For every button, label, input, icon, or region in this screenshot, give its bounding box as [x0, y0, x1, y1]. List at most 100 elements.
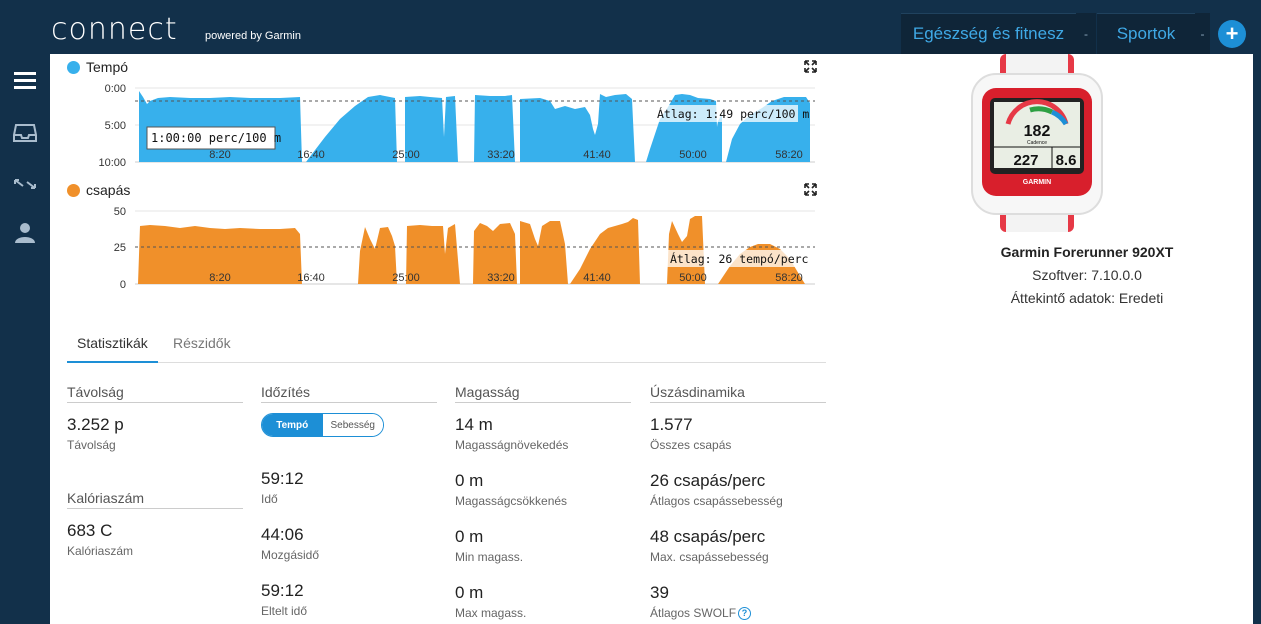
svg-text:8.6: 8.6 [1056, 152, 1077, 169]
svg-text:16:40: 16:40 [297, 149, 325, 161]
svg-text:5:00: 5:00 [105, 120, 126, 132]
stroke-x-tick-4: 41:40 [583, 272, 611, 284]
time-label: Idő [261, 492, 278, 506]
avg-swolf-label: Átlagos SWOLF [650, 606, 737, 620]
stroke-y-tick-1: 25 [114, 242, 126, 254]
stroke-average-label: Átlag: 26 tempó/perc [667, 250, 808, 267]
stroke-x-tick-6: 58:20 [775, 272, 803, 284]
svg-text:16:40: 16:40 [297, 272, 325, 284]
distance-column: Távolság 3.252 p Távolság Kalóriaszám 68… [67, 384, 243, 558]
avg-swolf-row: Átlagos SWOLF? [650, 606, 826, 621]
pace-x-tick-4: 41:40 [583, 149, 611, 161]
pace-y-tick-1: 5:00 [105, 120, 126, 132]
connect-logo[interactable]: connect [51, 12, 178, 47]
stroke-legend[interactable]: csapás [67, 182, 130, 198]
logo-subtitle: powered by Garmin [205, 30, 301, 42]
pace-y-tick-0: 0:00 [105, 83, 126, 95]
elapsed-time-label: Eltelt idő [261, 604, 308, 618]
svg-text:0: 0 [120, 279, 126, 291]
pace-x-tick-6: 58:20 [775, 149, 803, 161]
left-sidebar [0, 54, 50, 624]
svg-text:41:40: 41:40 [583, 149, 611, 161]
swim-dynamics-column: Úszásdinamika 1.577 Összes csapás 26 csa… [650, 384, 826, 621]
svg-text:50:00: 50:00 [679, 149, 707, 161]
svg-text:8:20: 8:20 [209, 149, 230, 161]
svg-text:0:00: 0:00 [105, 83, 126, 95]
device-software: Szoftver: 7.10.0.0 [1032, 267, 1142, 283]
main-content: Tempó 0:00 5:00 10:00 8:20 16:40 25:00 3… [50, 54, 1253, 624]
min-elevation-value: 0 m [455, 527, 484, 546]
svg-text:227: 227 [1013, 152, 1038, 169]
min-elevation-label: Min magass. [455, 550, 524, 564]
distance-label: Távolság [67, 438, 116, 452]
svg-text:10:00: 10:00 [98, 157, 126, 169]
svg-text:Átlag: 26 tempó/perc: Átlag: 26 tempó/perc [670, 251, 808, 266]
pace-x-tick-5: 50:00 [679, 149, 707, 161]
swim-dynamics-heading: Úszásdinamika [650, 384, 826, 403]
svg-text:Átlag: 1:49 perc/100 m: Átlag: 1:49 perc/100 m [657, 106, 809, 121]
total-strokes-label: Összes csapás [650, 438, 732, 452]
svg-text:25:00: 25:00 [392, 149, 420, 161]
pace-average-label: Átlag: 1:49 perc/100 m [654, 105, 809, 122]
elevation-gain-label: Magasságnövekedés [455, 438, 569, 452]
nav-dropdown-sports[interactable]: - [1195, 13, 1210, 54]
timing-column: Időzítés Tempó Sebesség 59:12 Idő 44:06 … [261, 384, 437, 618]
svg-text:182: 182 [1024, 123, 1051, 140]
nav-health-fitness[interactable]: Egészség és fitnesz [901, 13, 1076, 54]
max-elevation-value: 0 m [455, 583, 484, 602]
svg-text:33:20: 33:20 [487, 149, 515, 161]
inbox-icon[interactable] [12, 121, 38, 145]
expand-icon[interactable] [804, 60, 817, 73]
stroke-legend-dot [67, 183, 80, 197]
timing-heading: Időzítés [261, 384, 437, 403]
toggle-pace[interactable]: Tempó [262, 414, 323, 436]
stroke-chart[interactable]: 50 25 0 8:20 16:40 25:00 33:20 41:40 50:… [50, 204, 830, 294]
svg-text:58:20: 58:20 [775, 149, 803, 161]
svg-text:50:00: 50:00 [679, 272, 707, 284]
stroke-x-tick-0: 8:20 [209, 272, 230, 284]
nav-sports[interactable]: Sportok [1097, 13, 1195, 54]
menu-icon[interactable] [12, 69, 38, 93]
toggle-speed[interactable]: Sebesség [322, 414, 383, 436]
distance-heading: Távolság [67, 384, 243, 403]
max-stroke-rate-label: Max. csapássebesség [650, 550, 769, 564]
pace-x-tick-2: 25:00 [392, 149, 420, 161]
expand-icon[interactable] [804, 183, 817, 196]
device-summary-data: Áttekintő adatok: Eredeti [1010, 290, 1164, 306]
svg-text:25:00: 25:00 [392, 272, 420, 284]
add-button[interactable]: + [1218, 20, 1246, 48]
stats-tabs: Statisztikák Részidők [67, 330, 826, 363]
pace-tooltip: 1:00:00 perc/100 m [146, 126, 281, 150]
avg-stroke-rate-label: Átlagos csapássebesség [650, 494, 783, 508]
top-header: connect powered by Garmin Egészség és fi… [0, 0, 1261, 54]
pace-y-tick-2: 10:00 [98, 157, 126, 169]
stroke-x-tick-2: 25:00 [392, 272, 420, 284]
elapsed-time-value: 59:12 [261, 581, 304, 600]
moving-time-label: Mozgásidő [261, 548, 320, 562]
pace-legend-dot [67, 60, 80, 74]
svg-text:8:20: 8:20 [209, 272, 230, 284]
calories-heading: Kalóriaszám [67, 490, 243, 509]
svg-text:41:40: 41:40 [583, 272, 611, 284]
stroke-y-tick-2: 0 [120, 279, 126, 291]
svg-text:25: 25 [114, 242, 126, 254]
stroke-x-tick-3: 33:20 [487, 272, 515, 284]
pace-legend[interactable]: Tempó [67, 59, 128, 75]
pace-chart[interactable]: 0:00 5:00 10:00 8:20 16:40 25:00 33:20 4… [50, 79, 830, 204]
user-icon[interactable] [12, 220, 38, 244]
tab-statistics[interactable]: Statisztikák [67, 335, 158, 363]
svg-text:Cadence: Cadence [1027, 140, 1047, 146]
pace-legend-label: Tempó [86, 59, 129, 75]
calories-label: Kalóriaszám [67, 544, 134, 558]
arrows-icon[interactable] [12, 172, 38, 196]
stroke-y-tick-0: 50 [114, 206, 126, 218]
help-icon[interactable]: ? [738, 607, 752, 621]
max-elevation-label: Max magass. [455, 606, 527, 620]
elevation-loss-value: 0 m [455, 471, 484, 490]
elevation-heading: Magasság [455, 384, 631, 403]
stroke-x-tick-5: 50:00 [679, 272, 707, 284]
tab-splits[interactable]: Részidők [173, 335, 231, 363]
device-name[interactable]: Garmin Forerunner 920XT [912, 244, 1261, 260]
stroke-legend-label: csapás [86, 182, 131, 198]
nav-dropdown-health[interactable]: - [1076, 13, 1096, 54]
